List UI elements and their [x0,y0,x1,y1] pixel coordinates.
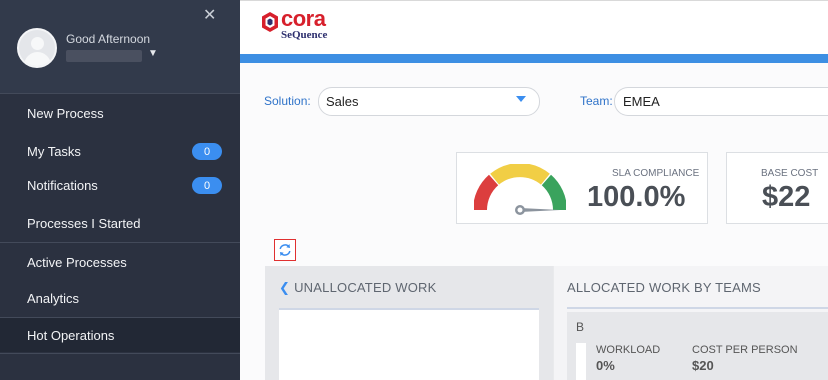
team-label: Team: [580,94,613,108]
sidebar-item-hot-operations[interactable]: Hot Operations [0,318,240,352]
close-icon[interactable]: ✕ [203,8,216,24]
user-panel: Good Afternoon ▼ ✕ [0,0,240,93]
app-header [240,0,828,55]
cost-per-person-label: COST PER PERSON [692,344,798,356]
cost-per-person-value: $20 [692,358,714,373]
sidebar-item-label: My Tasks [27,143,81,159]
solution-label: Solution: [264,94,311,108]
cora-logo-icon[interactable] [262,12,278,32]
sidebar-item-active-processes[interactable]: Active Processes [0,245,240,279]
sidebar-item-processes-i-started[interactable]: Processes I Started [0,206,240,240]
unallocated-work-list [279,308,539,380]
base-cost-value: $22 [762,181,811,213]
divider [0,353,240,354]
chevron-left-icon[interactable]: ❮ [279,280,290,295]
team-value: EMEA [623,94,660,109]
unallocated-work-header[interactable]: ❮ UNALLOCATED WORK [279,280,436,296]
allocated-work-title: ALLOCATED WORK BY TEAMS [567,280,761,295]
sidebar-item-label: Notifications [27,177,98,193]
greeting-text: Good Afternoon [66,32,151,46]
workload-bar [576,343,586,380]
sidebar-item-new-process[interactable]: New Process [0,96,240,130]
unallocated-work-title: UNALLOCATED WORK [294,280,437,295]
sidebar-item-label: New Process [27,105,104,121]
count-badge: 0 [192,143,222,160]
sidebar-item-label: Active Processes [27,254,127,270]
header-accent-bar [240,54,828,63]
user-avatar-icon[interactable] [17,28,57,68]
sidebar-item-label: Processes I Started [27,215,141,231]
username-redacted[interactable] [66,50,142,62]
workload-value: 0% [596,358,615,373]
sidebar-item-label: Hot Operations [27,327,115,343]
sidebar-item-notifications[interactable]: Notifications 0 [0,168,240,202]
sidebar-item-label: Analytics [27,290,80,306]
refresh-icon [279,244,291,256]
gauge-icon [474,164,566,215]
divider [0,93,240,94]
workload-label: WORKLOAD [596,344,661,356]
sla-compliance-label: SLA COMPLIANCE [612,168,700,179]
sidebar: Good Afternoon ▼ ✕ New Process My Tasks … [0,0,240,380]
divider [0,242,240,243]
sidebar-item-analytics[interactable]: Analytics [0,281,240,315]
divider [567,307,828,309]
chevron-down-icon[interactable] [516,96,526,102]
refresh-button[interactable] [274,239,296,261]
brand-product: SeQuence [281,29,328,41]
chevron-down-icon[interactable]: ▼ [148,48,158,59]
count-badge: 0 [192,177,222,194]
base-cost-label: BASE COST [761,168,819,179]
sla-compliance-value: 100.0% [587,181,686,213]
team-name: B [576,320,585,334]
sidebar-item-my-tasks[interactable]: My Tasks 0 [0,134,240,168]
solution-value: Sales [326,94,359,109]
